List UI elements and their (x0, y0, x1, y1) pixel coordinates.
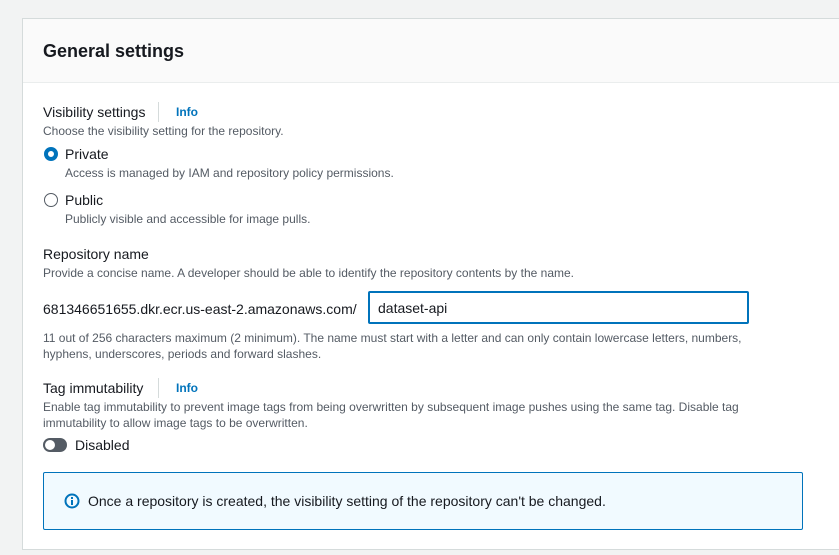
tag-immutability-toggle[interactable] (43, 438, 67, 452)
visibility-description: Choose the visibility setting for the re… (43, 124, 284, 138)
tag-immutability-toggle-label: Disabled (75, 437, 130, 453)
alert-message: Once a repository is created, the visibi… (88, 493, 606, 509)
label-divider (158, 378, 159, 398)
tag-immutability-description-line-1: Enable tag immutability to prevent image… (43, 400, 739, 414)
private-option-description: Access is managed by IAM and repository … (65, 166, 394, 180)
public-radio-button[interactable] (44, 193, 58, 207)
private-option-label[interactable]: Private (65, 145, 109, 163)
repository-name-description: Provide a concise name. A developer shou… (43, 266, 574, 280)
repository-name-label: Repository name (43, 246, 149, 262)
private-radio-button[interactable] (44, 147, 58, 161)
general-settings-panel: General settings Visibility settings Inf… (22, 18, 839, 550)
tag-immutability-info-link[interactable]: Info (176, 381, 198, 395)
tag-immutability-label: Tag immutability (43, 380, 144, 396)
repository-name-input[interactable] (368, 291, 749, 324)
toggle-knob (45, 440, 55, 450)
visibility-info-alert: Once a repository is created, the visibi… (43, 472, 803, 530)
public-option-label[interactable]: Public (65, 191, 103, 209)
repository-name-constraint-line-2: hyphens, underscores, periods and forwar… (43, 347, 322, 361)
info-circle-icon (64, 493, 80, 509)
tag-immutability-description-line-2: immutability to allow image tags to be o… (43, 416, 308, 430)
label-divider (158, 102, 159, 122)
visibility-settings-label: Visibility settings (43, 104, 146, 120)
repository-name-constraint-line-1: 11 out of 256 characters maximum (2 mini… (43, 331, 742, 345)
public-option-description: Publicly visible and accessible for imag… (65, 212, 311, 226)
repository-uri-prefix: 681346651655.dkr.ecr.us-east-2.amazonaws… (43, 301, 357, 317)
panel-title: General settings (43, 41, 185, 61)
visibility-info-link[interactable]: Info (176, 105, 198, 119)
panel-header: General settings (23, 19, 839, 83)
